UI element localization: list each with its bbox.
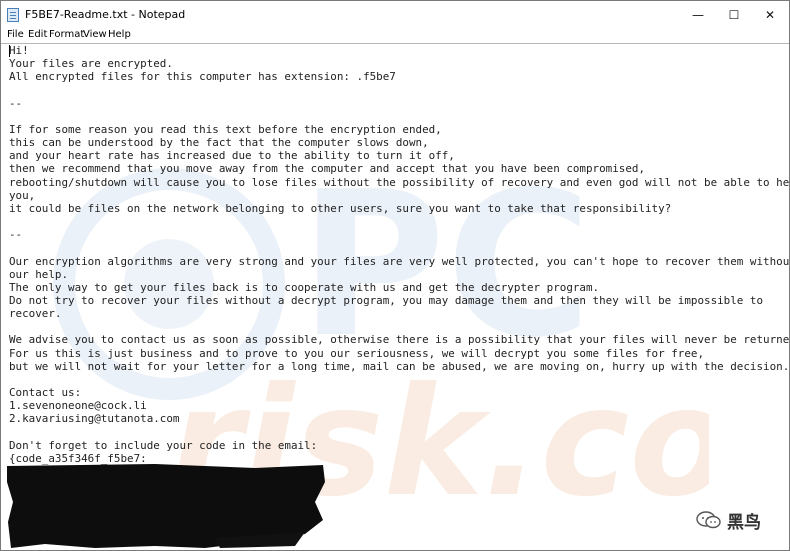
text-line: our help. [9,267,69,281]
text-line: it could be files on the network belongi… [9,201,672,215]
maximize-button[interactable]: ☐ [717,1,751,29]
text-line: rebooting/shutdown will cause you to los… [9,175,789,189]
text-line: you, [9,188,36,202]
text-line: If for some reason you read this text be… [9,122,442,136]
text-line: We advise you to contact us as soon as p… [9,333,789,347]
text-line: Our encryption algorithms are very stron… [9,254,789,268]
notepad-window: F5BE7-Readme.txt - Notepad — ☐ ✕ File Ed… [0,0,790,551]
notepad-icon [7,8,19,22]
text-cursor [9,45,10,57]
text-line: Your files are encrypted. [9,57,173,71]
text-line: For us this is just business and to prov… [9,346,705,360]
wechat-icon [696,511,721,529]
title-bar[interactable]: F5BE7-Readme.txt - Notepad — ☐ ✕ [1,1,789,29]
text-line: Hi! [9,44,29,57]
text-line: but we will not wait for your letter for… [9,359,789,373]
text-line: The only way to get your files back is t… [9,280,600,294]
menu-edit[interactable]: Edit [28,29,47,40]
text-line: and your heart rate has increased due to… [9,149,455,163]
text-line: -- [9,228,23,242]
text-line: Do not try to recover your files without… [9,293,764,307]
menu-file[interactable]: File [7,29,24,40]
menu-help[interactable]: Help [108,29,131,40]
minimize-button[interactable]: — [681,1,715,29]
menu-bar: File Edit Format View Help [1,28,789,43]
document-text: Hi! Your files are encrypted. All encryp… [9,44,789,465]
text-editor[interactable]: PC risk.com Hi! Your files are encrypted… [1,43,789,550]
redacted-code-block [7,464,325,548]
close-button[interactable]: ✕ [753,1,787,29]
text-line: then we recommend that you move away fro… [9,162,646,176]
text-line: All encrypted files for this computer ha… [9,70,396,84]
text-line: recover. [9,307,62,321]
text-line: Contact us: [9,386,82,400]
window-title: F5BE7-Readme.txt - Notepad [25,8,186,21]
text-line: this can be understood by the fact that … [9,136,429,150]
text-line: 2.kavariusing@tutanota.com [9,412,180,426]
text-line: 1.sevenoneone@cock.li [9,399,147,413]
menu-format[interactable]: Format [49,29,84,40]
text-line: -- [9,96,23,110]
menu-view[interactable]: View [83,29,107,40]
text-line: Don't forget to include your code in the… [9,438,318,452]
channel-badge-label: 黑鸟 [727,513,761,533]
